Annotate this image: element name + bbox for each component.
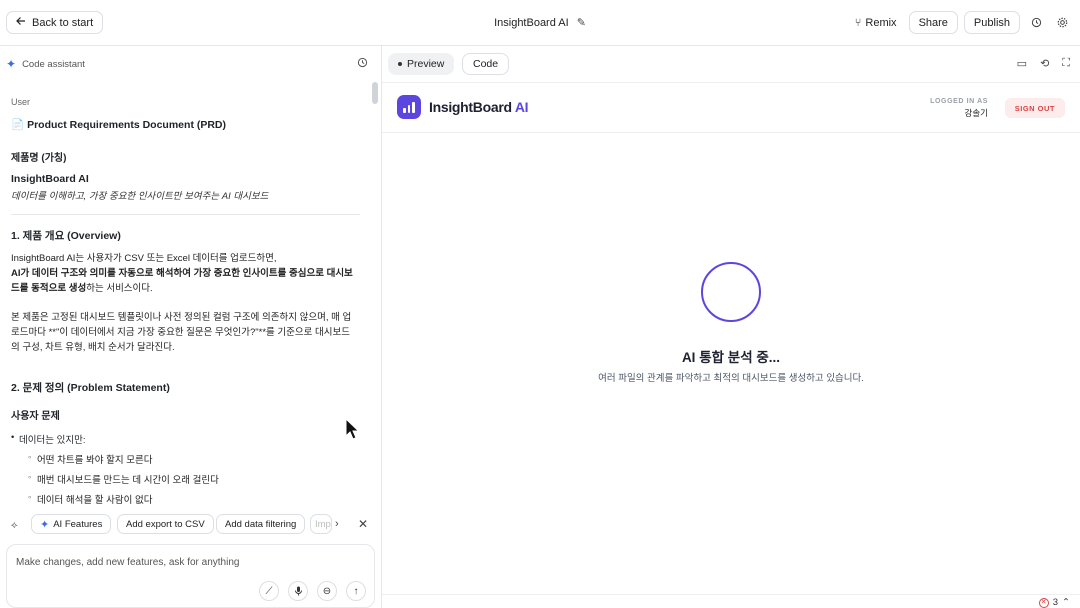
- user-name: 강솔기: [964, 108, 988, 118]
- tab-code[interactable]: Code: [462, 53, 510, 75]
- assistant-header: ✦ Code assistant: [6, 57, 85, 71]
- logged-in-info: LOGGED IN AS 강솔기: [930, 98, 988, 119]
- product-name: InsightBoard AI: [11, 173, 89, 185]
- tab-preview[interactable]: Preview: [388, 53, 455, 75]
- microphone-icon[interactable]: [288, 581, 308, 601]
- refresh-icon[interactable]: ⟲: [1040, 57, 1049, 70]
- list-item: 매번 대시보드를 만드는 데 시간이 오래 걸린다: [28, 472, 219, 486]
- error-icon: ✕: [1038, 597, 1049, 608]
- active-dot-icon: [398, 62, 402, 66]
- chip-label: Imp: [315, 518, 331, 530]
- divider: [11, 214, 360, 215]
- remix-button[interactable]: ⑂ Remix: [849, 11, 903, 34]
- list-item: 데이터 해석을 할 사람이 없다: [28, 492, 152, 506]
- sign-out-button[interactable]: SIGN OUT: [1004, 98, 1065, 118]
- top-bar: Back to start InsightBoard AI ✎ ⑂ Remix S…: [0, 0, 1080, 46]
- sparkle-icon: ✦: [6, 57, 17, 71]
- close-icon[interactable]: ✕: [358, 517, 368, 531]
- code-assistant-panel: ✦ Code assistant User 📄 Product Requirem…: [0, 46, 382, 608]
- chip-label: Add data filtering: [225, 518, 297, 530]
- message-author-label: User: [11, 97, 31, 107]
- remix-label: Remix: [865, 16, 897, 29]
- preview-toolbar: Preview Code ▭ ⟲ ⛶: [382, 46, 1080, 83]
- tab-preview-label: Preview: [407, 58, 445, 70]
- sparkle-icon: ✦: [40, 518, 50, 531]
- product-tagline: 데이터를 이해하고, 가장 중요한 인사이트만 보여주는 AI 대시보드: [11, 191, 269, 202]
- tab-code-label: Code: [473, 58, 499, 70]
- magic-edit-icon[interactable]: ⟋: [259, 581, 279, 601]
- brand-ai: AI: [514, 99, 529, 115]
- preview-panel: Preview Code ▭ ⟲ ⛶ InsightBoard AI LOGGE…: [382, 46, 1080, 608]
- section-problem-title: 2. 문제 정의 (Problem Statement): [11, 382, 170, 394]
- publish-label: Publish: [973, 16, 1010, 29]
- app-header: InsightBoard AI LOGGED IN AS 강솔기 SIGN OU…: [382, 83, 1080, 133]
- bar-chart-logo-icon: [397, 95, 421, 119]
- suggestion-chips: ⟡ ✦ AI Features Add export to CSV Add da…: [0, 514, 382, 538]
- chip-add-data-filtering[interactable]: Add data filtering: [216, 514, 306, 534]
- error-indicator[interactable]: ✕ 3 ⌃: [1038, 597, 1070, 608]
- list-item: 어떤 차트를 봐야 할지 모른다: [28, 452, 152, 466]
- prd-heading: 📄 Product Requirements Document (PRD): [11, 118, 227, 132]
- chevron-right-icon[interactable]: ›: [335, 518, 339, 530]
- magic-wand-icon: ⟡: [11, 520, 18, 531]
- chat-scrollbar[interactable]: [372, 82, 378, 104]
- chat-history-icon[interactable]: [357, 57, 368, 71]
- status-bar: ✕ 3 ⌃: [382, 594, 1080, 608]
- assistant-header-label: Code assistant: [22, 58, 85, 70]
- list-item: 데이터는 있지만:: [11, 432, 86, 446]
- fullscreen-icon[interactable]: ⛶: [1062, 57, 1070, 70]
- loading-subtitle: 여러 파일의 관계를 파악하고 최적의 대시보드를 생성하고 있습니다.: [598, 373, 864, 384]
- history-icon[interactable]: [1026, 11, 1046, 34]
- prd-title: Product Requirements Document (PRD): [27, 118, 227, 131]
- loading-spinner: [701, 262, 761, 322]
- overview-paragraph-1: InsightBoard AI는 사용자가 CSV 또는 Excel 데이터를 …: [11, 251, 357, 296]
- chat-input-placeholder: Make changes, add new features, ask for …: [16, 557, 240, 568]
- sign-out-label: SIGN OUT: [1014, 103, 1055, 113]
- chip-add-export-csv[interactable]: Add export to CSV: [117, 514, 214, 534]
- pencil-icon[interactable]: ✎: [577, 17, 586, 29]
- document-icon: 📄: [11, 119, 25, 131]
- settings-gear-icon[interactable]: [1052, 11, 1072, 34]
- project-title-text: InsightBoard AI: [494, 17, 569, 29]
- publish-button[interactable]: Publish: [963, 11, 1020, 34]
- chat-input[interactable]: Make changes, add new features, ask for …: [6, 544, 375, 608]
- share-button[interactable]: Share: [908, 11, 958, 34]
- send-arrow-icon[interactable]: ↑: [346, 581, 366, 601]
- overview-text-c: 하는 서비스이다.: [86, 283, 153, 294]
- overview-text-bold: AI가 데이터 구조와 의미를 자동으로 해석하여 가장 중요한 인사이트를 중…: [11, 268, 353, 294]
- user-problem-heading: 사용자 문제: [11, 411, 60, 422]
- loading-title: AI 통합 분석 중...: [681, 350, 781, 365]
- section-overview-title: 1. 제품 개요 (Overview): [11, 230, 121, 242]
- chevron-up-icon: ⌃: [1062, 597, 1070, 608]
- chip-truncated[interactable]: Imp: [310, 514, 332, 534]
- overview-text-a: InsightBoard AI는 사용자가 CSV 또는 Excel 데이터를 …: [11, 253, 277, 264]
- product-name-heading: 제품명 (가칭): [11, 153, 67, 164]
- stop-icon[interactable]: ⊖: [317, 581, 337, 601]
- chip-label: AI Features: [53, 518, 103, 530]
- app-brand: InsightBoard AI: [429, 99, 529, 115]
- remix-icon: ⑂: [854, 16, 862, 29]
- device-toggle-icon[interactable]: ▭: [1017, 57, 1027, 70]
- brand-main: InsightBoard: [429, 99, 515, 115]
- chip-label: Add export to CSV: [126, 518, 205, 530]
- error-count: 3: [1052, 597, 1059, 608]
- overview-paragraph-2: 본 제품은 고정된 대시보드 템플릿이나 사전 정의된 컬럼 구조에 의존하지 …: [11, 312, 352, 353]
- mouse-cursor-icon: [345, 417, 360, 443]
- logged-in-label: LOGGED IN AS: [930, 98, 988, 105]
- share-label: Share: [918, 16, 948, 29]
- chip-ai-features[interactable]: ✦ AI Features: [31, 514, 112, 534]
